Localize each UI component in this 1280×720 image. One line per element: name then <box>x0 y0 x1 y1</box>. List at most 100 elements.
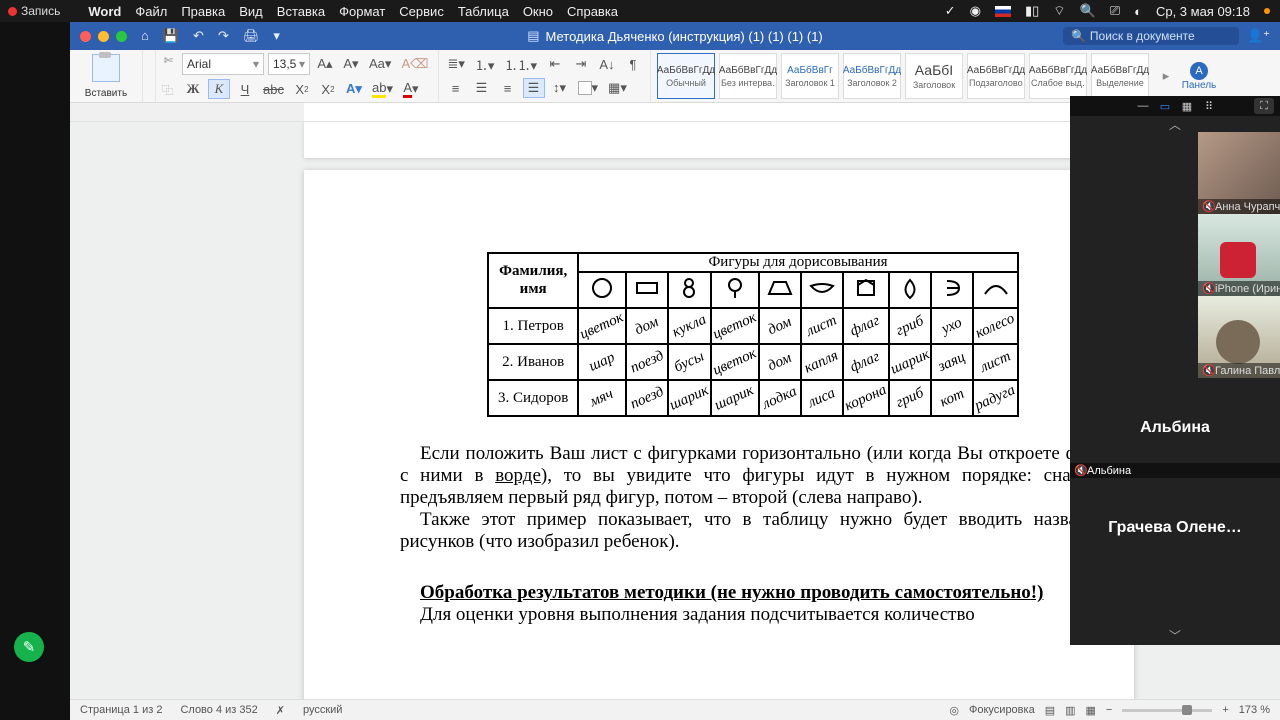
copy-icon[interactable]: ⿻ <box>162 82 173 98</box>
bullets-icon[interactable]: ≣▾ <box>445 54 468 74</box>
justify-icon[interactable]: ☰ <box>523 78 545 98</box>
status-focus[interactable]: Фокусировка <box>969 704 1035 716</box>
align-right-icon[interactable]: ≡ <box>497 78 519 98</box>
change-case-icon[interactable]: Aa▾ <box>366 54 394 74</box>
qat-more-icon[interactable]: ▾ <box>273 28 280 44</box>
font-size-select[interactable]: 13,5▾ <box>268 53 310 75</box>
zoom-scroll-up-icon[interactable]: ︿ <box>1070 116 1280 132</box>
menu-service[interactable]: Сервис <box>399 4 444 19</box>
participant-thumb-1[interactable]: 🔇Анна Чурапча <box>1198 132 1280 214</box>
status-language[interactable]: русский <box>303 704 342 716</box>
menu-edit[interactable]: Правка <box>181 4 225 19</box>
floating-action-button[interactable]: ✎ <box>14 632 44 662</box>
align-center-icon[interactable]: ☰ <box>471 78 493 98</box>
mic-muted-icon: 🔇 <box>1202 282 1213 293</box>
table-cell: цветок <box>578 308 626 344</box>
highlight-icon[interactable]: ab▾ <box>369 79 396 99</box>
view-web-icon[interactable]: ▥ <box>1065 704 1075 717</box>
zoom-level[interactable]: 173 % <box>1239 704 1270 716</box>
redo-icon[interactable]: ↷ <box>218 28 229 44</box>
zoom-slider[interactable] <box>1122 709 1212 712</box>
siri-icon[interactable]: ◐ <box>1134 4 1142 19</box>
menu-help[interactable]: Справка <box>567 4 618 19</box>
zoom-scroll-down-icon[interactable]: ﹀ <box>1070 627 1280 643</box>
zoom-restore-icon[interactable]: ⛶ <box>1254 98 1274 114</box>
underline-button[interactable]: Ч <box>234 79 256 99</box>
font-color-icon[interactable]: A▾ <box>400 79 422 99</box>
styles-gallery[interactable]: АаБбВвГгДдОбычныйАаБбВвГгДдБез интерва…А… <box>651 50 1155 102</box>
participant-card-2[interactable]: Грачева Олене… <box>1070 478 1280 578</box>
styles-pane-button[interactable]: A Панель <box>1177 50 1221 102</box>
style-item[interactable]: АаБбВвГгДдОбычный <box>657 53 715 99</box>
app-name[interactable]: Word <box>88 4 121 19</box>
window-minimize[interactable] <box>98 31 109 42</box>
zoom-view-speaker-icon[interactable]: ▦ <box>1180 99 1194 113</box>
zoom-in-icon[interactable]: + <box>1222 704 1228 716</box>
page: Фамилия, имя Фигуры для дорисовывания 1.… <box>304 170 1134 720</box>
participant-card-1[interactable]: Альбина 🔇Альбина <box>1070 378 1280 478</box>
style-item[interactable]: АаБбВвГгДдБез интерва… <box>719 53 777 99</box>
style-item[interactable]: АаБбВвГгДдСлабое выд… <box>1029 53 1087 99</box>
table-cell: лист <box>973 344 1017 380</box>
style-item[interactable]: АаБбВвГгДдПодзаголовок <box>967 53 1025 99</box>
styles-more-icon[interactable]: ▸ <box>1155 66 1177 86</box>
print-icon[interactable]: 🖨 <box>243 28 260 44</box>
style-item[interactable]: АаБбВвГгДдВыделение <box>1091 53 1149 99</box>
subscript-button[interactable]: X2 <box>291 79 313 99</box>
control-center-icon[interactable]: ⎚ <box>1110 3 1120 19</box>
menu-window[interactable]: Окно <box>523 4 553 19</box>
status-words[interactable]: Слово 4 из 352 <box>180 704 257 716</box>
undo-icon[interactable]: ↶ <box>193 28 204 44</box>
scissors-icon[interactable]: ✄ <box>164 54 173 67</box>
align-left-icon[interactable]: ≡ <box>445 78 467 98</box>
shading-icon[interactable]: ▾ <box>575 78 602 98</box>
flag-ru-icon[interactable] <box>995 6 1011 17</box>
view-outline-icon[interactable]: ▦ <box>1086 704 1096 717</box>
menu-view[interactable]: Вид <box>239 4 263 19</box>
zoom-view-gallery-icon[interactable]: ▭ <box>1158 99 1172 113</box>
zoom-grid-icon[interactable]: ⠿ <box>1202 99 1216 113</box>
superscript-button[interactable]: X2 <box>317 79 339 99</box>
search-icon[interactable]: 🔍 <box>1080 3 1096 19</box>
zoom-minimize-icon[interactable]: — <box>1136 99 1150 113</box>
zoom-out-icon[interactable]: − <box>1106 704 1112 716</box>
paste-group[interactable]: Вставить <box>70 50 143 102</box>
bold-button[interactable]: Ж <box>182 79 204 99</box>
shrink-font-icon[interactable]: A▾ <box>340 54 362 74</box>
window-close[interactable] <box>80 31 91 42</box>
increase-indent-icon[interactable]: ⇥ <box>570 54 592 74</box>
decrease-indent-icon[interactable]: ⇤ <box>544 54 566 74</box>
italic-button[interactable]: К <box>208 79 230 99</box>
focus-icon[interactable]: ◎ <box>949 704 959 717</box>
multilevel-icon[interactable]: ⒈⒈▾ <box>501 54 540 74</box>
text-effects-icon[interactable]: A▾ <box>343 79 365 99</box>
participant-thumb-3[interactable]: 🔇Галина Павловна <box>1198 296 1280 378</box>
table-cell: корона <box>843 380 889 416</box>
sort-icon[interactable]: A↓ <box>596 54 618 74</box>
save-icon[interactable]: 💾 <box>163 28 179 44</box>
battery-icon: ▮▯ <box>1025 3 1039 19</box>
borders-icon[interactable]: ▦▾ <box>605 78 630 98</box>
view-print-icon[interactable]: ▤ <box>1045 704 1055 717</box>
style-item[interactable]: АаБбВвГгЗаголовок 1 <box>781 53 839 99</box>
style-item[interactable]: АаБбІЗаголовок <box>905 53 963 99</box>
menu-file[interactable]: Файл <box>135 4 167 19</box>
spellcheck-icon[interactable]: ✗ <box>276 704 285 717</box>
grow-font-icon[interactable]: A▴ <box>314 54 336 74</box>
numbering-icon[interactable]: ⒈▾ <box>472 54 498 74</box>
participant-thumb-2[interactable]: 🔇iPhone (Ирина) <box>1198 214 1280 296</box>
status-page[interactable]: Страница 1 из 2 <box>80 704 162 716</box>
home-icon[interactable]: ⌂ <box>141 28 149 44</box>
share-icon[interactable]: 👤⁺ <box>1247 28 1270 44</box>
window-zoom[interactable] <box>116 31 127 42</box>
show-marks-icon[interactable]: ¶ <box>622 54 644 74</box>
strike-button[interactable]: abc <box>260 79 287 99</box>
search-field[interactable]: 🔍 Поиск в документе <box>1063 27 1239 45</box>
font-select[interactable]: Arial▾ <box>182 53 264 75</box>
line-spacing-icon[interactable]: ↕▾ <box>549 78 571 98</box>
menu-insert[interactable]: Вставка <box>277 4 325 19</box>
menu-format[interactable]: Формат <box>339 4 385 19</box>
menu-table[interactable]: Таблица <box>458 4 509 19</box>
clear-format-icon[interactable]: A⌫ <box>398 54 431 74</box>
style-item[interactable]: АаБбВвГгДдЗаголовок 2 <box>843 53 901 99</box>
